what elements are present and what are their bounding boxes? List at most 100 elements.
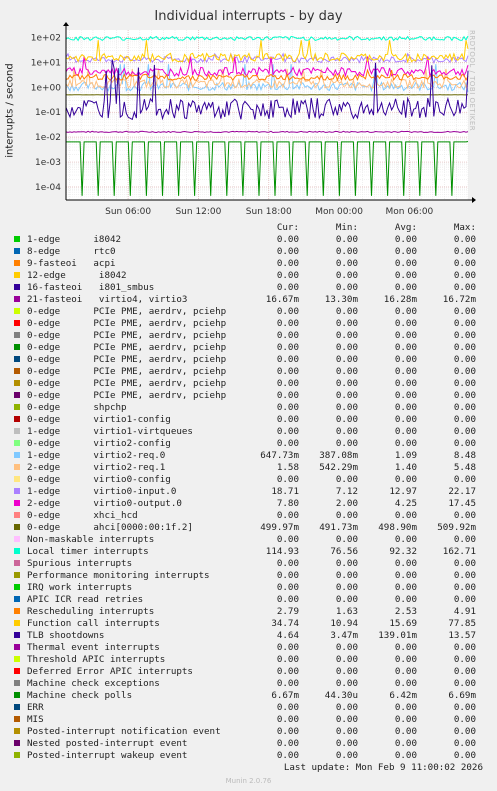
legend-swatch	[14, 644, 20, 650]
legend-label: 0-edge PCIe PME, aerdrv, pciehp	[27, 330, 227, 341]
legend-max-value: 0.00	[453, 666, 476, 677]
legend-label: 16-fasteoi i801_smbus	[27, 282, 155, 293]
legend-max-value: 0.00	[453, 414, 476, 425]
legend-label: MIS	[27, 714, 44, 725]
legend-row: 1-edge virtio0-input.0 18.71 7.12 12.97 22.1…	[0, 486, 497, 498]
legend-max-value: 77.85	[448, 618, 476, 629]
legend-label: Rescheduling interrupts	[27, 606, 155, 617]
legend-max-value: 0.00	[453, 438, 476, 449]
legend-swatch	[14, 356, 20, 362]
legend-swatch	[14, 716, 20, 722]
legend-label: Local timer interrupts	[27, 546, 149, 557]
legend-label: 21-fasteoi virtio4, virtio3	[27, 294, 188, 305]
legend-row: 0-edge ahci[0000:00:1f.2] 499.97m 491.73m 4…	[0, 522, 497, 534]
legend-swatch	[14, 272, 20, 278]
legend-swatch	[14, 584, 20, 590]
legend-max-value: 4.91	[453, 606, 476, 617]
legend-label: 0-edge PCIe PME, aerdrv, pciehp	[27, 306, 227, 317]
legend-row: Posted-interrupt wakeup event 0.00 0.00 0.0…	[0, 750, 497, 762]
legend-label: Non-maskable interrupts	[27, 534, 155, 545]
legend-swatch	[14, 260, 20, 266]
legend-row: 16-fasteoi i801_smbus 0.00 0.00 0.00 0.00	[0, 282, 497, 294]
legend-label: 1-edge virtio0-input.0	[27, 486, 177, 497]
legend-swatch	[14, 680, 20, 686]
legend-label: APIC ICR read retries	[27, 594, 144, 605]
legend-swatch	[14, 308, 20, 314]
legend-row: 1-edge virtio1-virtqueues 0.00 0.00 0.00 0.0…	[0, 426, 497, 438]
y-tick-labels: 1e+02 1e+01 1e+00 1e-01 1e-02 1e-03 1e-04	[31, 33, 62, 192]
legend-label: 0-edge PCIe PME, aerdrv, pciehp	[27, 378, 227, 389]
header-max: Max:	[453, 222, 476, 233]
legend-label: 0-edge PCIe PME, aerdrv, pciehp	[27, 390, 227, 401]
legend-swatch	[14, 728, 20, 734]
legend-row: 1-edge virtio2-req.0 647.73m 387.08m 1.09 8.…	[0, 450, 497, 462]
legend-swatch	[14, 740, 20, 746]
legend-swatch	[14, 368, 20, 374]
y-axis-arrow	[63, 22, 69, 26]
legend-swatch	[14, 320, 20, 326]
legend-label: 0-edge PCIe PME, aerdrv, pciehp	[27, 354, 227, 365]
legend-swatch	[14, 512, 20, 518]
legend-row: 9-fasteoi acpi 0.00 0.00 0.00 0.00	[0, 258, 497, 270]
chart-plot: 1e+02 1e+01 1e+00 1e-01 1e-02 1e-03 1e-04 Sun …	[31, 22, 476, 217]
legend-swatch	[14, 632, 20, 638]
legend-row: 0-edge PCIe PME, aerdrv, pciehp 0.00 0.00 0…	[0, 318, 497, 330]
legend-row: 0-edge PCIe PME, aerdrv, pciehp 0.00 0.00 0…	[0, 342, 497, 354]
legend-label: Spurious interrupts	[27, 558, 133, 569]
legend-label: Threshold APIC interrupts	[27, 654, 166, 665]
legend-row: 2-edge virtio0-output.0 7.80 2.00 4.25 17.45	[0, 498, 497, 510]
y-tick-label: 1e+00	[31, 83, 62, 93]
legend-swatch	[14, 524, 20, 530]
legend-row: 0-edge PCIe PME, aerdrv, pciehp 0.00 0.00 0…	[0, 354, 497, 366]
legend-swatch	[14, 332, 20, 338]
legend-row: Machine check polls 6.67m 44.30u 6.42m 6.69m	[0, 690, 497, 702]
legend-label: 8-edge rtc0	[27, 246, 116, 257]
legend-label: Thermal event interrupts	[27, 642, 160, 653]
legend-label: 0-edge PCIe PME, aerdrv, pciehp	[27, 342, 227, 353]
legend-swatch	[14, 668, 20, 674]
legend-max-value: 0.00	[453, 402, 476, 413]
legend-row: 12-edge i8042 0.00 0.00 0.00 0.00	[0, 270, 497, 282]
legend-label: Machine check exceptions	[27, 678, 160, 689]
legend-label: Nested posted-interrupt event	[27, 738, 188, 749]
legend-max-value: 0.00	[453, 582, 476, 593]
legend-header: Cur: Min: Avg: Max:	[0, 222, 497, 234]
legend-label: ERR	[27, 702, 44, 713]
legend-swatch	[14, 392, 20, 398]
legend-swatch	[14, 500, 20, 506]
legend-row: 0-edge PCIe PME, aerdrv, pciehp 0.00 0.00 0…	[0, 330, 497, 342]
legend-swatch	[14, 344, 20, 350]
legend-row: APIC ICR read retries 0.00 0.00 0.00 0.00	[0, 594, 497, 606]
legend-max-value: 0.00	[453, 258, 476, 269]
legend-label: 0-edge PCIe PME, aerdrv, pciehp	[27, 318, 227, 329]
legend-label: Function call interrupts	[27, 618, 160, 629]
legend-row: TLB shootdowns 4.64 3.47m 139.01m 13.57	[0, 630, 497, 642]
legend-swatch	[14, 476, 20, 482]
legend-swatch	[14, 560, 20, 566]
legend-label: 2-edge virtio0-output.0	[27, 498, 182, 509]
legend-row: 1-edge i8042 0.00 0.00 0.00 0.00	[0, 234, 497, 246]
legend-swatch	[14, 416, 20, 422]
legend-swatch	[14, 248, 20, 254]
legend-max-value: 13.57	[448, 630, 476, 641]
legend-label: 2-edge virtio2-req.1	[27, 462, 166, 473]
legend-max-value: 0.00	[453, 738, 476, 749]
y-tick-label: 1e-02	[35, 133, 61, 143]
legend-row: 0-edge PCIe PME, aerdrv, pciehp 0.00 0.00 0…	[0, 306, 497, 318]
legend-row: 0-edge shpchp 0.00 0.00 0.00 0.00	[0, 402, 497, 414]
legend-label: 0-edge ahci[0000:00:1f.2]	[27, 522, 193, 533]
legend-swatch	[14, 536, 20, 542]
y-tick-label: 1e+02	[31, 33, 61, 43]
legend-swatch	[14, 380, 20, 386]
legend-row: Nested posted-interrupt event 0.00 0.00 0.0…	[0, 738, 497, 750]
legend-swatch	[14, 296, 20, 302]
y-tick-label: 1e-01	[35, 108, 61, 118]
legend-swatch	[14, 608, 20, 614]
legend-max-value: 16.72m	[442, 294, 476, 305]
legend-max-value: 0.00	[453, 354, 476, 365]
legend-row: Performance monitoring interrupts 0.00 0.0…	[0, 570, 497, 582]
legend-max-value: 0.00	[453, 378, 476, 389]
legend-max-value: 0.00	[453, 366, 476, 377]
legend-max-value: 0.00	[453, 426, 476, 437]
legend-swatch	[14, 704, 20, 710]
